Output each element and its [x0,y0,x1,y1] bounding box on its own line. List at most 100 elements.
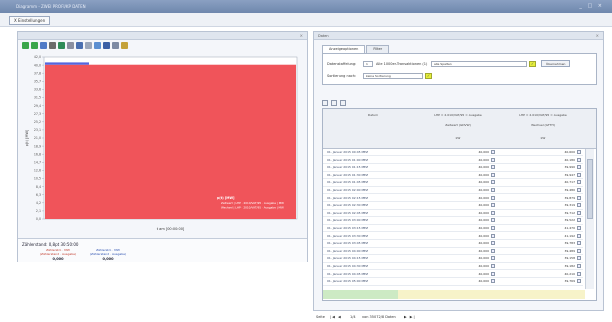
edit-icon[interactable] [577,180,581,185]
apply-button[interactable]: Übernehmen [541,60,571,67]
edit-icon[interactable] [491,172,495,177]
table-row[interactable]: 01. Januar 2015 00:45 MEZ 40,000 40,600 [323,149,583,157]
vertical-scrollbar[interactable] [585,149,594,289]
close-icon[interactable]: × [300,33,303,38]
header-col1[interactable]: LHP = 2.010/VAT/95 = Ausgabe [418,113,498,117]
edit-icon[interactable] [577,150,581,154]
edit-icon[interactable] [577,248,581,253]
edit-icon[interactable] [577,203,581,208]
edit-icon[interactable] [491,180,495,185]
settings-menu-button[interactable]: X Einstellungen [9,16,51,25]
edit-icon[interactable] [491,248,495,253]
edit-icon[interactable] [577,241,581,246]
edit-icon[interactable] [577,188,581,192]
table-row[interactable]: 01. Januar 2015 04:15 MEZ 40,000 39,158 [323,255,583,263]
close-icon[interactable]: × [596,33,599,38]
table-row[interactable]: 01. Januar 2015 02:15 MEZ 40,000 39,879 [323,195,583,202]
refresh-icon[interactable] [331,100,337,106]
table-row[interactable]: 01. Januar 2015 01:45 MEZ 40,000 40,717 [323,179,583,187]
row-value-2: 39,182 [564,264,576,268]
add-icon[interactable] [322,100,328,106]
table-row[interactable]: 01. Januar 2015 01:00 MEZ 40,000 40,180 [323,157,583,164]
edit-icon[interactable] [577,264,581,268]
pager: Seite |◀ ◀ 1/4 von 35072/8 Daten ▶ ▶| [0,312,612,322]
edit-icon[interactable] [577,233,581,238]
table-row[interactable]: 01. Januar 2015 02:30 MEZ 40,000 39,319 [323,202,583,210]
table-row[interactable]: 01. Januar 2015 04:30 MEZ 40,000 39,182 [323,263,583,271]
edit-icon[interactable] [491,210,495,215]
table-row[interactable]: 01. Januar 2015 03:15 MEZ 40,000 41,470 [323,225,583,233]
edit-icon[interactable] [491,150,495,154]
table-row[interactable]: 01. Januar 2015 05:00 MEZ 40,000 39,769 [323,278,583,286]
copy-icon[interactable] [112,42,119,49]
print-icon[interactable] [76,42,83,49]
table-row[interactable]: 01. Januar 2015 04:00 MEZ 40,000 39,489 [323,248,583,256]
table-row[interactable]: 01. Januar 2015 04:45 MEZ 40,000 40,210 [323,271,583,278]
table-row[interactable]: 01. Januar 2015 02:00 MEZ 40,000 39,480 [323,187,583,195]
table-icon[interactable] [85,42,92,49]
data-panel-title: Daten [318,34,329,38]
edit-icon[interactable] [491,218,495,223]
settings-icon[interactable] [67,42,74,49]
chart-area[interactable]: 0,0 2,1 4,2 6,3 8,4 10,5 12,6 14,7 16,8 18,9 21,0 2… [22,53,303,233]
edit-icon[interactable] [577,279,581,284]
staffelung-input[interactable]: 1 [363,61,373,67]
edit-icon[interactable] [577,226,581,230]
tab-display-options[interactable]: Anzeigeoptionen [322,45,366,53]
back-icon[interactable] [22,42,29,49]
edit-icon[interactable] [491,226,495,230]
sum-icon[interactable] [49,42,56,49]
grid-icon[interactable] [340,100,346,106]
table-row[interactable]: 01. Januar 2015 01:15 MEZ 40,000 39,990 [323,164,583,172]
edit-icon[interactable] [491,256,495,261]
scrollbar-thumb[interactable] [587,159,593,219]
chart-icon[interactable] [58,42,65,49]
edit-icon[interactable] [491,188,495,192]
edit-icon[interactable] [491,203,495,208]
edit-icon[interactable] [577,271,581,276]
header-col2[interactable]: LHP = 2.010/VAT/95 = Ausgabe [503,113,583,117]
table-row[interactable]: 01. Januar 2015 03:45 MEZ 40,000 39,783 [323,240,583,248]
edit-icon[interactable] [491,264,495,268]
pin-icon[interactable] [121,42,128,49]
row-value-2: 40,210 [564,271,576,276]
edit-icon[interactable] [577,195,581,200]
tab-bar: Anzeigeoptionen Filter [322,45,390,53]
edit-icon[interactable] [577,157,581,162]
edit-icon[interactable] [577,218,581,223]
export-icon[interactable] [94,42,101,49]
edit-icon[interactable] [491,241,495,246]
table-row[interactable]: 01. Januar 2015 02:45 MEZ 40,000 39,712 [323,210,583,218]
edit-icon[interactable] [577,256,581,261]
table-row[interactable]: 01. Januar 2015 03:00 MEZ 40,000 39,522 [323,217,583,225]
edit-icon[interactable] [577,172,581,177]
window-controls[interactable]: _ □ × [579,3,604,9]
column-select[interactable]: alle Spalten [431,61,527,67]
save-icon[interactable] [103,42,110,49]
last-page-icon[interactable]: ▶ ▶| [404,312,416,322]
table-row[interactable]: 01. Januar 2015 01:30 MEZ 40,000 39,947 [323,172,583,180]
edit-icon[interactable] [491,165,495,170]
edit-icon[interactable] [491,279,495,284]
header-date[interactable]: Datum [343,113,403,117]
sort-check-icon[interactable]: ✓ [425,73,432,79]
edit-icon[interactable] [577,165,581,170]
row-value-2: 39,489 [564,248,576,253]
page-input[interactable]: 1/4 [350,312,356,322]
forward-icon[interactable] [31,42,38,49]
edit-icon[interactable] [491,233,495,238]
row-date: 01. Januar 2015 02:30 MEZ [327,203,369,208]
edit-icon[interactable] [491,195,495,200]
y-tick-label: 42,0 [34,55,41,59]
bar-chart[interactable]: 0,0 2,1 4,2 6,3 8,4 10,5 12,6 14,7 16,8 18,9 21,0 2… [22,53,303,233]
edit-icon[interactable] [577,210,581,215]
zoom-icon[interactable] [40,42,47,49]
tab-filter[interactable]: Filter [366,45,390,53]
table-row[interactable]: 01. Januar 2015 03:30 MEZ 40,000 41,192 [323,233,583,240]
apply-check-icon[interactable]: ✓ [529,61,536,67]
sort-select[interactable]: keine Sortierung [363,73,423,79]
edit-icon[interactable] [491,271,495,276]
row-date: 01. Januar 2015 03:30 MEZ [327,233,369,238]
edit-icon[interactable] [491,157,495,162]
first-page-icon[interactable]: |◀ ◀ [330,312,342,322]
